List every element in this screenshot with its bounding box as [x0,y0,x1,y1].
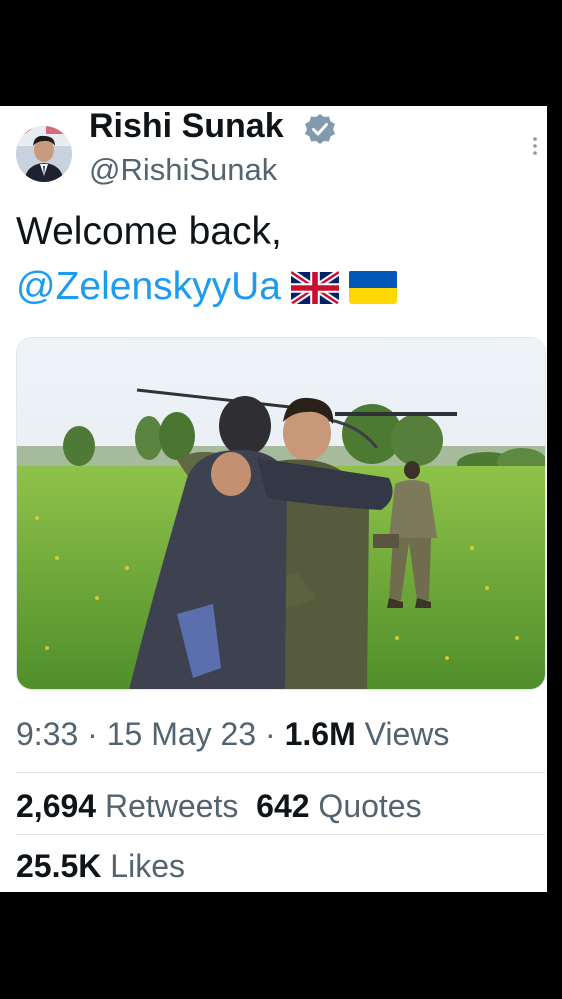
engagement-row: 2,694 Retweets 642 Quotes [16,786,422,826]
verified-badge-icon [305,114,335,144]
gb-flag-icon [291,270,340,304]
handle[interactable]: @RishiSunak [89,152,277,188]
retweets-count: 2,694 [16,788,97,824]
ua-flag-icon [349,270,398,304]
views-count: 1.6M [284,716,356,752]
retweets-link[interactable]: 2,694 Retweets [16,788,238,824]
retweets-label: Retweets [104,788,239,824]
quotes-label: Quotes [318,788,422,824]
avatar[interactable] [16,126,72,182]
display-name[interactable]: Rishi Sunak [89,106,284,146]
likes-row[interactable]: 25.5K Likes [16,846,185,886]
tweet-time[interactable]: 9:33 [16,716,78,752]
more-options-icon[interactable] [525,134,545,158]
quotes-link[interactable]: 642 Quotes [256,788,421,824]
likes-label: Likes [110,848,185,884]
mention-link[interactable]: @ZelenskyyUa [16,264,281,310]
separator: · [87,716,98,752]
tweet-text: Welcome back, [16,210,282,253]
tweet-date[interactable]: 15 May 23 [107,716,256,752]
divider [16,834,545,835]
tweet-photo[interactable] [16,337,546,690]
tweet-card[interactable]: Rishi Sunak @RishiSunak Welcome back, @Z… [0,106,547,892]
tweet-text-line2: @ZelenskyyUa [16,264,398,310]
separator: · [265,716,276,752]
likes-count: 25.5K [16,848,102,884]
photo-image [17,338,545,689]
views-label: Views [364,716,450,752]
quotes-count: 642 [256,788,310,824]
tweet-timestamp-row: 9:33 · 15 May 23 · 1.6M Views [16,714,449,754]
divider [16,772,545,773]
avatar-image [16,126,72,182]
screenshot-frame: Rishi Sunak @RishiSunak Welcome back, @Z… [0,0,562,999]
